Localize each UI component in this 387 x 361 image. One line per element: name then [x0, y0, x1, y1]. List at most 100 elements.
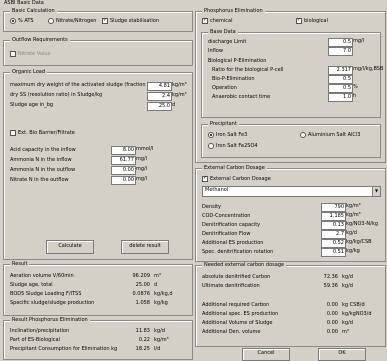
cod-concentration-unit: kg/m³: [346, 212, 361, 218]
basic-calculation-group: Basic Calculation % ATS Nitrate/Nitrogen…: [3, 8, 193, 32]
sludge-age-label: Sludge age in_bg: [10, 102, 54, 108]
precipitant-consumption-value: 18.25: [135, 346, 150, 352]
density-label: Density: [202, 204, 222, 210]
additional-spec-es-unit: kg/kgNO3/d: [342, 311, 372, 317]
inclination-label: Inclination/precipitation: [10, 328, 70, 334]
additional-den-volume-value: 0.00: [326, 329, 338, 335]
aluminium-salt-label: Aluminium Salt AlCl3: [308, 132, 361, 138]
ammonia-inflow-input[interactable]: 61.77: [111, 156, 136, 165]
ultimate-denitrification-label: Ultimate denitrification: [202, 283, 260, 289]
ratio-bio-p-unit: mg/l/kg,BSB: [353, 66, 384, 72]
additional-carbon-value: 0.00: [326, 302, 338, 308]
additional-carbon-unit: kg CSB/d: [342, 302, 365, 308]
specific-sludge-value: 1.058: [135, 300, 150, 306]
denitrification-flow-label: Denitrification Flow: [202, 231, 251, 237]
carbon-source-select[interactable]: Methanol ▼: [202, 186, 381, 197]
result-title: Result: [10, 261, 30, 267]
ats-label: % ATS: [18, 18, 34, 24]
external-carbon-group: External Carbon Dosage External Carbon D…: [195, 165, 386, 262]
basic-calculation-title: Basic Calculation: [10, 8, 57, 14]
discharge-limit-input[interactable]: 0.5: [328, 38, 353, 47]
precipitant-consumption-unit: l/d: [154, 346, 161, 352]
nitrate-value-label: Nitrate Value: [18, 51, 51, 57]
ext-bio-barrier-checkbox[interactable]: [10, 130, 16, 136]
anaerobic-contact-input[interactable]: 1.0: [328, 93, 353, 102]
phosphorus-elimination-group: Phosphorus Elimination chemical biologic…: [195, 8, 386, 163]
additional-es-input[interactable]: 0.52: [321, 239, 346, 248]
ammonia-inflow-label: Ammonia N in the inflow: [10, 157, 72, 163]
iron-salt-fe3-radio[interactable]: [208, 132, 214, 138]
absolute-denitrified-value: 72.36: [323, 274, 338, 280]
result-phosphorus-title: Result Phosphorus Elimination: [10, 317, 90, 323]
iron-salt-fe3-label: Iron Salt Fe3: [216, 132, 248, 138]
nitrate-outflow-label: Nitrate N in the outflow: [10, 177, 69, 183]
ext-bio-barrier-label: Ext. Bio Barrier/Filtrate: [18, 130, 75, 136]
organic-load-title: Organic Load: [10, 69, 48, 75]
operation-input[interactable]: 0.5: [328, 84, 353, 93]
ratio-bio-p-input[interactable]: 2.317: [328, 66, 353, 75]
nitrate-label: Nitrate/Nitrogen: [56, 18, 97, 24]
ammonia-outflow-unit: mg/l: [136, 166, 148, 172]
chemical-checkbox[interactable]: [202, 17, 208, 24]
additional-sludge-volume-value: 0.00: [326, 320, 338, 326]
ammonia-outflow-input[interactable]: 0.00: [111, 166, 136, 175]
carbon-source-value: Methanol: [205, 187, 229, 193]
acid-capacity-input[interactable]: 8.00: [111, 146, 136, 155]
max-dry-weight-input[interactable]: 4.81: [147, 82, 172, 91]
specific-sludge-unit: kg/kg: [154, 300, 168, 306]
nitrate-radio[interactable]: [48, 18, 54, 24]
anaerobic-contact-unit: h: [353, 93, 357, 99]
iron-salt-fe2so4-label: Iron Salt Fe2SO4: [216, 143, 258, 149]
precipitant-group: Precipitant Iron Salt Fe3 Aluminium Salt…: [201, 121, 381, 158]
aluminium-salt-radio[interactable]: [300, 132, 306, 138]
density-input[interactable]: 790: [321, 203, 346, 212]
ultimate-denitrification-unit: kg/d: [342, 283, 353, 289]
part-es-value: 0.22: [138, 337, 150, 343]
dry-ss-input[interactable]: 2.4: [147, 92, 172, 101]
ok-button[interactable]: OK: [318, 348, 366, 361]
ats-radio[interactable]: [10, 18, 16, 24]
denitrification-capacity-input[interactable]: 0.13: [321, 221, 346, 230]
bod5-loading-unit: kg/kg,d: [154, 291, 173, 297]
needed-carbon-group: Needed external carbon dosage absolute d…: [195, 262, 386, 347]
additional-carbon-label: Additional required Carbon: [202, 302, 270, 308]
base-data-group: Base Data discharge Limit 0.5 mg/l Inflo…: [201, 29, 384, 118]
aeration-volume-unit: m³: [154, 273, 161, 279]
nitrate-value-checkbox[interactable]: [10, 51, 16, 57]
ratio-bio-p-label: Ratio for the biological P-cell: [212, 67, 284, 73]
additional-den-volume-unit: m³: [342, 329, 349, 335]
iron-salt-fe2so4-radio[interactable]: [208, 143, 214, 149]
sludge-age-unit: d: [172, 102, 176, 108]
operation-label: Operation: [212, 85, 237, 91]
denitrification-flow-input[interactable]: 2.7: [321, 230, 346, 239]
bio-p-subtitle: Biological P-Elimination: [208, 58, 267, 64]
precipitant-consumption-label: Precipitant Consumption for Elimination …: [10, 346, 118, 352]
sludge-stabilisation-checkbox[interactable]: [102, 17, 108, 24]
biological-checkbox[interactable]: [296, 17, 302, 24]
delete-result-button[interactable]: delete result: [121, 240, 169, 254]
ammonia-outflow-label: Ammonia N in the outflow: [10, 167, 76, 173]
inflow-input[interactable]: 7.0: [328, 47, 353, 56]
sludge-age-total-label: Sludge age, total: [10, 282, 53, 288]
sludge-age-total-value: 25.00: [135, 282, 150, 288]
biological-label: biological: [304, 18, 328, 24]
ultimate-denitrification-value: 59.36: [323, 283, 338, 289]
cod-concentration-input[interactable]: 1.185: [321, 212, 346, 221]
cancel-button[interactable]: Cancel: [242, 348, 290, 361]
absolute-denitrified-unit: kg/d: [342, 274, 353, 280]
sludge-age-input[interactable]: 25.0: [147, 102, 172, 111]
calculate-button[interactable]: Calculate: [46, 240, 94, 254]
additional-den-volume-label: Additional Den. volume: [202, 329, 261, 335]
phosphorus-elimination-title: Phosphorus Elimination: [202, 8, 265, 14]
spec-denitrification-input[interactable]: 0.51: [321, 248, 346, 257]
additional-es-unit: kg/kg/CSB: [346, 239, 372, 245]
external-carbon-checkbox[interactable]: [202, 175, 208, 182]
nitrate-outflow-input[interactable]: 0.00: [111, 176, 136, 185]
additional-sludge-volume-label: Additional Volume of Sludge: [202, 320, 273, 326]
inclination-unit: kg/d: [154, 328, 165, 334]
bio-p-elim-input[interactable]: 0.5: [328, 75, 353, 84]
dry-ss-label: dry SS (resolution ratio) in Sludge/kg: [10, 92, 103, 98]
bio-p-elim-label: Bio-P-Elimination: [212, 76, 255, 82]
absolute-denitrified-label: absolute denitrified Carbon: [202, 274, 271, 280]
chevron-down-icon[interactable]: ▼: [372, 187, 380, 196]
